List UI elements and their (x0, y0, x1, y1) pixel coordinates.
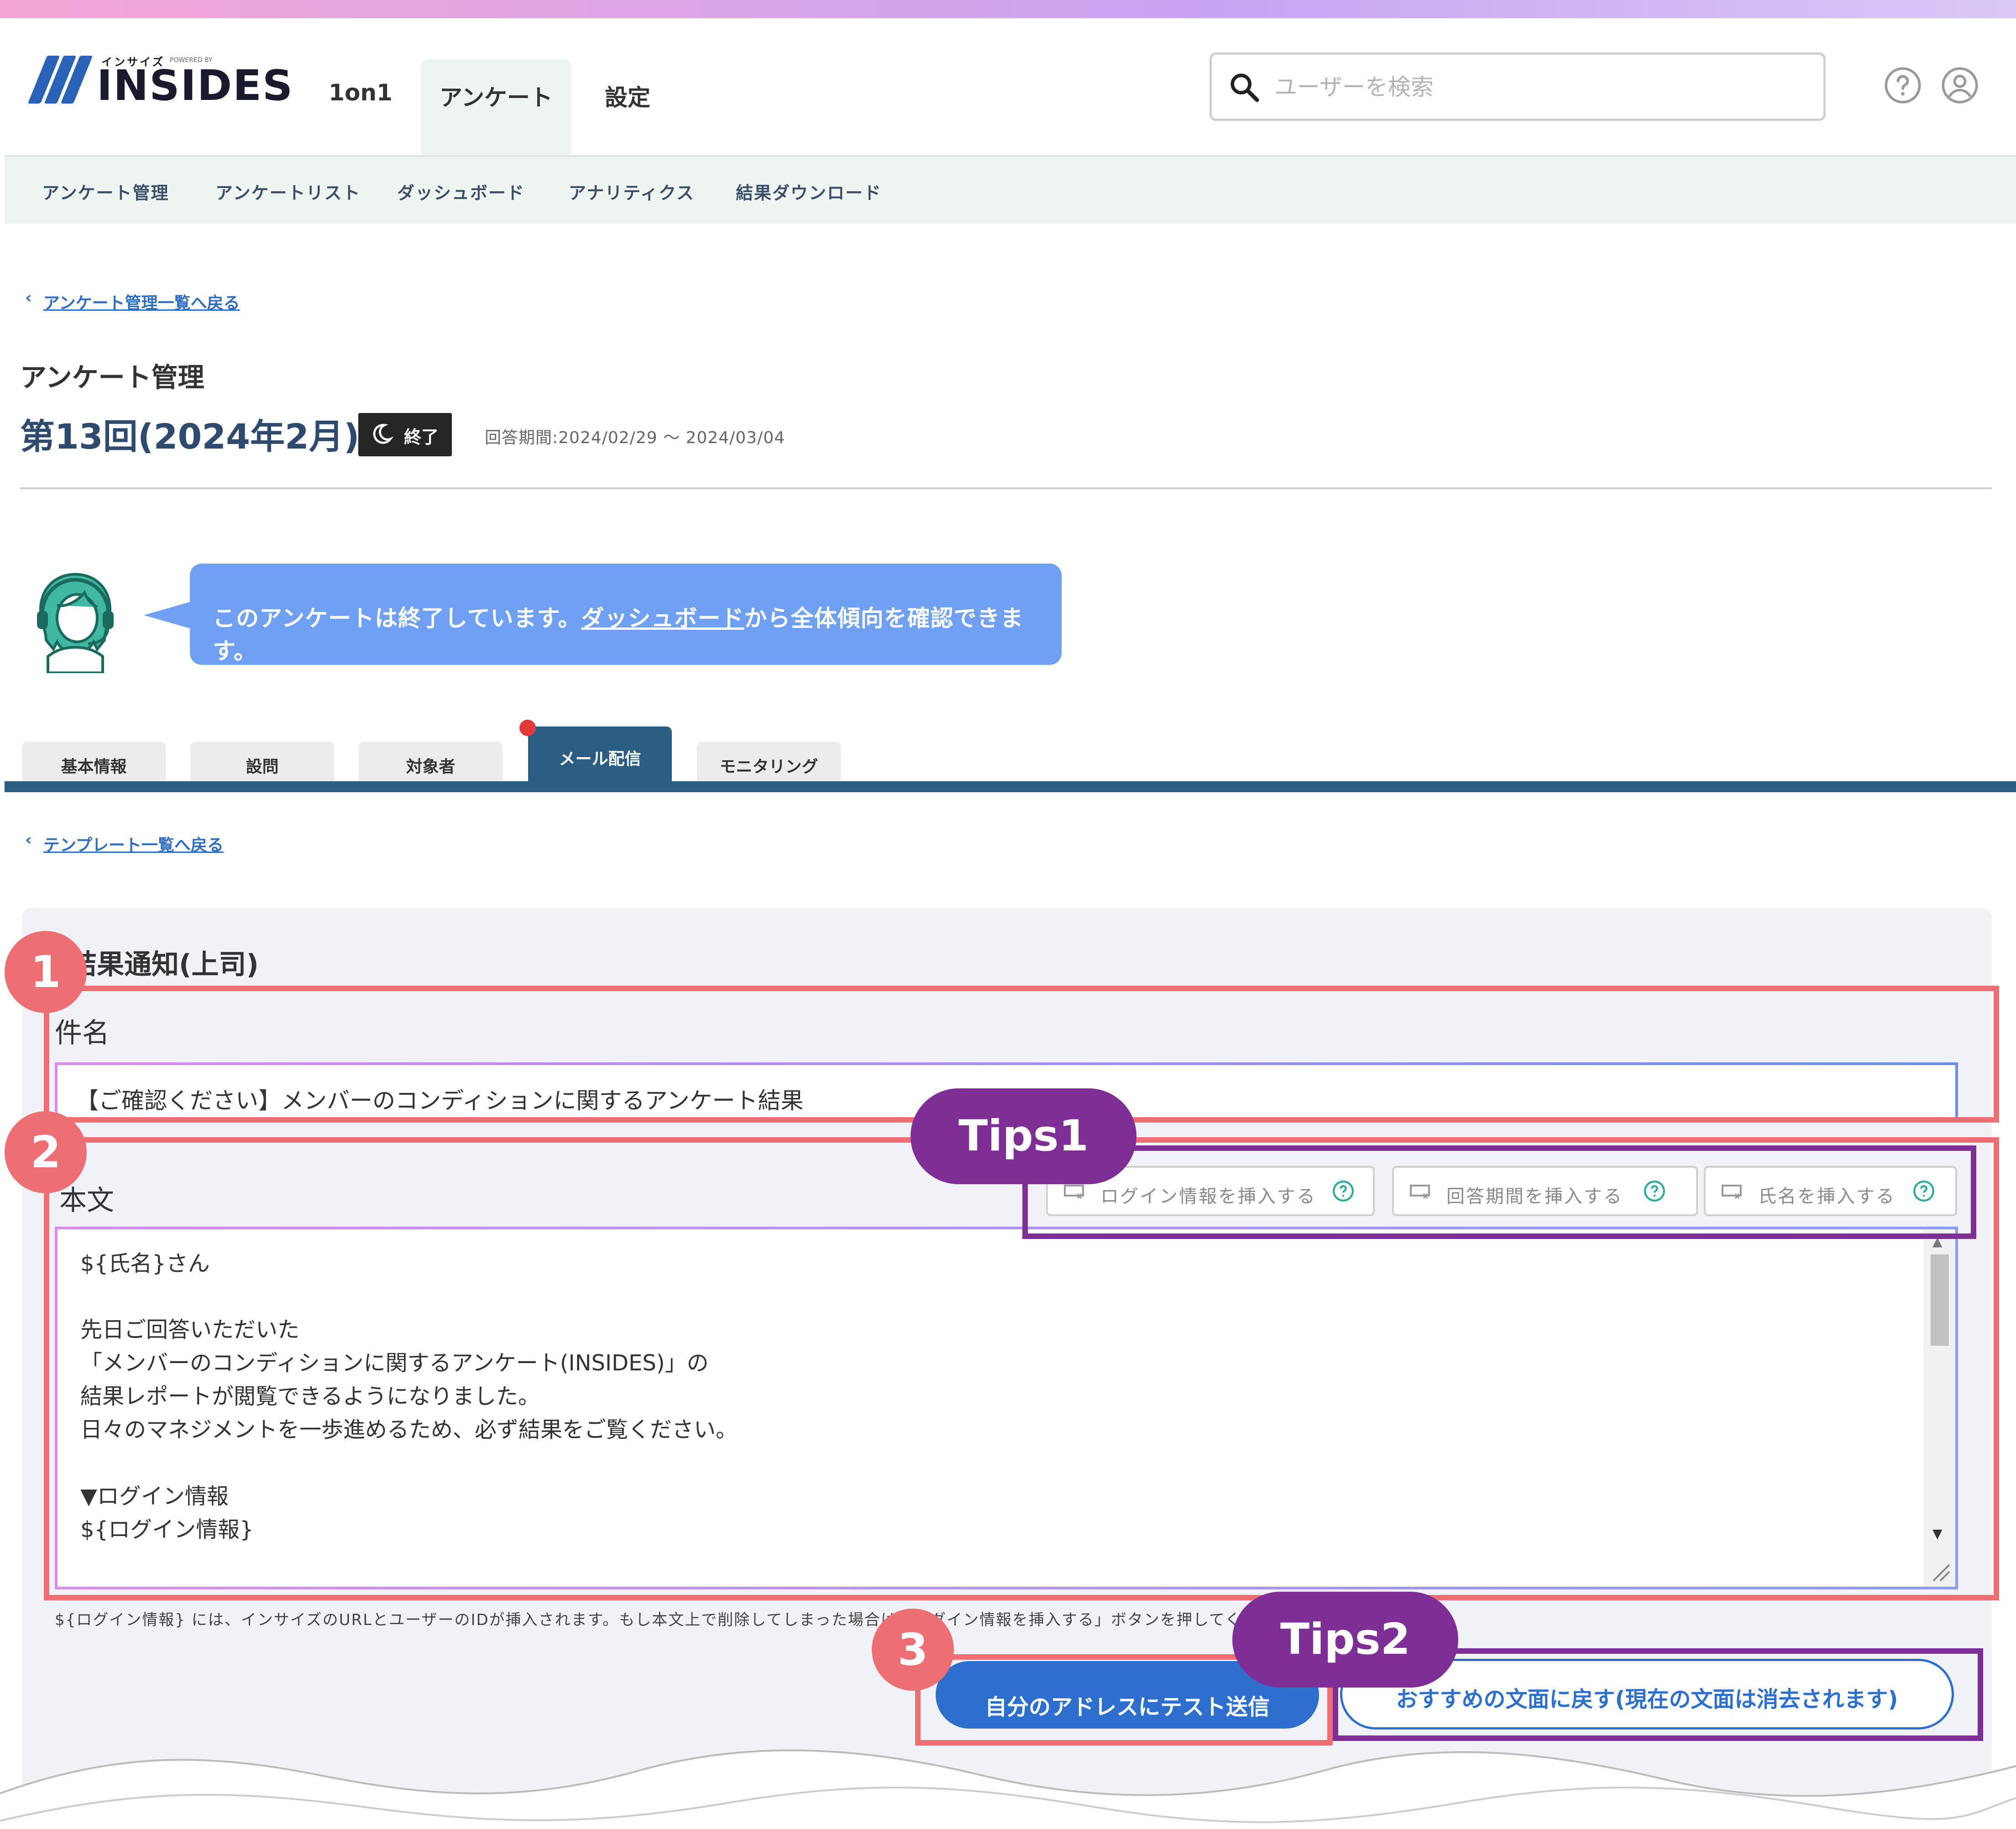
annotation-number-2: 2 (5, 1111, 87, 1193)
subnav-survey-list[interactable]: アンケートリスト (215, 179, 361, 204)
tab-questions[interactable]: 設問 (190, 742, 334, 783)
torn-edge-wave (0, 1749, 2016, 1829)
tips1-badge: Tips1 (911, 1088, 1136, 1184)
nav-tab-1on1[interactable]: 1on1 (315, 59, 406, 155)
survey-title: 第13回(2024年2月) (20, 416, 360, 457)
nav-tab-settings[interactable]: 設定 (589, 59, 666, 155)
logo-icon[interactable] (27, 56, 93, 104)
notice-bubble: このアンケートは終了しています。ダッシュボードから全体傾向を確認できます。 (190, 564, 1062, 665)
search-input[interactable] (1273, 65, 1798, 109)
annotation-number-1: 1 (5, 931, 87, 1013)
back-chevron-icon: ‹ (25, 831, 32, 849)
notification-dot (519, 720, 536, 736)
tab-mail-delivery[interactable]: メール配信 (528, 726, 672, 783)
annotation-number-3: 3 (872, 1609, 954, 1691)
login-info-note: ${ログイン情報} には、インサイズのURLとユーザーのIDが挿入されます。もし… (55, 1611, 1307, 1629)
tab-underline (5, 781, 2016, 792)
tab-basic-info[interactable]: 基本情報 (22, 742, 166, 783)
help-icon[interactable] (1884, 66, 1922, 105)
dashboard-link[interactable]: ダッシュボード (581, 605, 744, 632)
page-heading: アンケート管理 (20, 362, 204, 393)
back-chevron-icon: ‹ (25, 288, 32, 307)
back-to-templates-link[interactable]: テンプレート一覧へ戻る (43, 832, 224, 856)
user-account-icon[interactable] (1941, 66, 1979, 105)
answer-period: 回答期間:2024/02/29 ～ 2024/03/04 (485, 429, 785, 447)
tips2-badge: Tips2 (1232, 1592, 1458, 1688)
subnav-survey-management[interactable]: アンケート管理 (42, 179, 169, 204)
support-avatar-icon (37, 573, 114, 673)
divider (20, 487, 1992, 489)
tab-targets[interactable]: 対象者 (359, 742, 503, 783)
top-gradient-bar (0, 0, 2016, 18)
subnav-result-download[interactable]: 結果ダウンロード (736, 179, 882, 204)
search-icon (1231, 73, 1259, 102)
subnav-analytics[interactable]: アナリティクス (569, 179, 695, 204)
subnav-dashboard[interactable]: ダッシュボード (397, 179, 525, 204)
back-to-survey-list-link[interactable]: アンケート管理一覧へ戻る (43, 290, 240, 314)
notice-bubble-tail (144, 601, 192, 629)
annotation-tips1-box (1022, 1145, 1976, 1239)
logo-text[interactable]: INSIDES (97, 63, 293, 109)
nav-tab-survey[interactable]: アンケート (421, 59, 571, 155)
tab-monitoring[interactable]: モニタリング (697, 742, 841, 783)
template-title: 結果通知(上司) (69, 949, 259, 981)
notice-text: このアンケートは終了しています。 (213, 605, 581, 632)
moon-icon (373, 423, 393, 444)
